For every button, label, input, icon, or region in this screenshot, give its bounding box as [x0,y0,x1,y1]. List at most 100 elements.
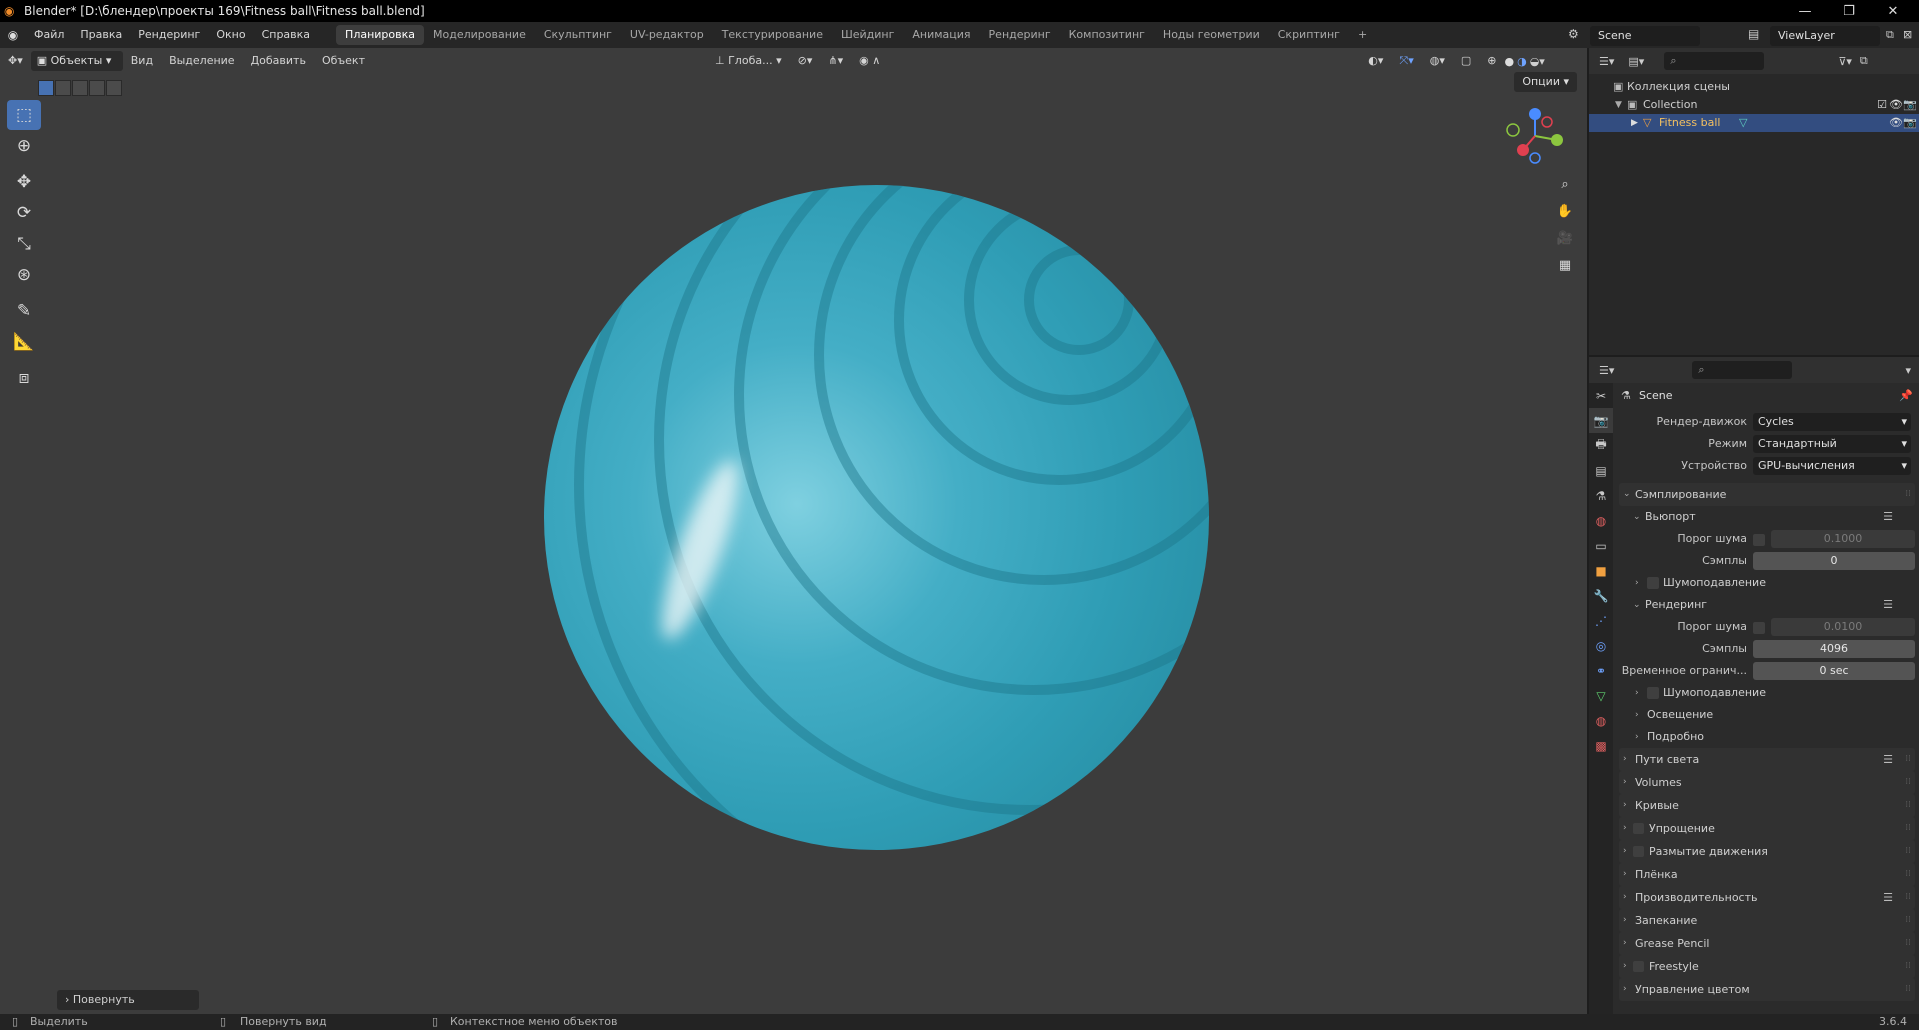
scene-icon[interactable]: ⚙ [1568,27,1579,41]
overlay-toggle-icon[interactable]: ◍▾ [1422,51,1453,71]
render-subpanel-header[interactable]: ⌄ Рендеринг ☰ [1619,594,1915,616]
performance-panel[interactable]: › Производительность ☰ ⁞⁞ [1619,886,1915,909]
navigation-gizmo[interactable] [1503,104,1567,168]
camera-view-icon[interactable]: 🎥 [1553,226,1577,250]
modifier-tab-icon[interactable]: 🔧 [1589,583,1613,608]
render-denoise-subpanel[interactable]: › Шумоподавление [1619,682,1915,704]
tab-compositing[interactable]: Композитинг [1060,25,1154,45]
tab-rendering[interactable]: Рендеринг [980,25,1060,45]
menu-object[interactable]: Объект [314,51,373,71]
properties-editor-icon[interactable]: ☰▾ [1599,364,1614,377]
exclude-checkbox-icon[interactable]: ☑ [1877,96,1887,114]
world-tab-icon[interactable]: ◍ [1589,508,1613,533]
simplify-panel[interactable]: › Упрощение ⁞⁞ [1619,817,1915,840]
tab-texture-paint[interactable]: Текстурирование [713,25,832,45]
tab-modeling[interactable]: Моделирование [424,25,535,45]
perspective-toggle-icon[interactable]: ▦ [1553,253,1577,277]
menu-add[interactable]: Добавить [243,51,314,71]
tab-geometry-nodes[interactable]: Ноды геометрии [1154,25,1269,45]
view-layer-tab-icon[interactable]: ▤ [1589,458,1613,483]
render-noise-field[interactable]: 0.0100 [1771,618,1915,636]
snap-icon[interactable]: ⋔▾ [820,51,851,71]
last-operator-panel[interactable]: › Повернуть [57,990,199,1010]
cursor-icon[interactable]: ⊕ [7,131,41,161]
scene-tab-icon[interactable]: ⚗ [1589,483,1613,508]
transform-icon[interactable]: ⊛ [7,260,41,290]
tab-uv-editing[interactable]: UV-редактор [621,25,713,45]
menu-edit[interactable]: Правка [72,22,130,48]
gizmo-toggle-icon[interactable]: ⤧▾ [1391,51,1421,71]
volumes-panel[interactable]: › Volumes ⁞⁞ [1619,771,1915,794]
tab-scripting[interactable]: Скриптинг [1269,25,1349,45]
constraints-tab-icon[interactable]: ⚭ [1589,658,1613,683]
presets-list-icon[interactable]: ☰ [1883,748,1893,771]
orientation-dropdown[interactable]: ⊥ Глоба... ▾ [707,51,790,71]
properties-options-icon[interactable]: ▾ [1905,364,1911,377]
render-camera-icon[interactable]: 📷 [1903,114,1917,132]
add-cube-icon[interactable]: ⧈ [7,363,41,393]
lighting-subpanel[interactable]: › Освещение [1619,704,1915,726]
bake-panel[interactable]: › Запекание ⁞⁞ [1619,909,1915,932]
new-view-layer-icon[interactable]: ⧉ [1886,28,1894,42]
minimize-button[interactable]: — [1783,0,1827,22]
blender-menu-icon[interactable]: ◉ [0,28,26,42]
options-dropdown[interactable]: Опции ▾ [1514,72,1577,92]
tool-tab-icon[interactable]: ✂ [1589,383,1613,408]
output-tab-icon[interactable]: 🖶 [1589,433,1613,458]
adaptive-sampling-checkbox[interactable] [1753,622,1765,634]
fitness-ball-object[interactable] [544,185,1209,850]
scene-collection-row[interactable]: ▣ Коллекция сцены [1589,78,1919,96]
object-row-fitness-ball[interactable]: ▶ ▽ Fitness ball ▽ 👁 📷 [1589,114,1919,132]
view-layer-icon[interactable]: ▤ [1748,27,1759,41]
presets-list-icon[interactable]: ☰ [1883,594,1893,616]
select-new-icon[interactable] [38,80,54,96]
visibility-eye-icon[interactable]: 👁 [1889,114,1903,132]
motion-blur-checkbox[interactable] [1633,846,1644,857]
editor-type-icon[interactable]: ✥▾ [0,51,31,71]
rotate-icon[interactable]: ⟳ [7,198,41,228]
collection-row[interactable]: ▼ ▣ Collection ☑ 👁 📷 [1589,96,1919,114]
tab-layout[interactable]: Планировка [336,25,425,45]
tab-animation[interactable]: Анимация [903,25,979,45]
presets-list-icon[interactable]: ☰ [1883,886,1893,909]
outliner-search-input[interactable]: ⌕ [1664,52,1765,70]
shading-rendered-icon[interactable]: ◒▾ [1530,55,1545,68]
select-intersect-icon[interactable] [106,80,122,96]
maximize-button[interactable]: ❐ [1827,0,1871,22]
pivot-icon[interactable]: ⊘▾ [790,51,821,71]
expand-arrow-icon[interactable]: ▼ [1615,96,1622,114]
pin-icon[interactable]: 📌 [1899,389,1913,402]
motion-blur-panel[interactable]: › Размытие движения ⁞⁞ [1619,840,1915,863]
display-mode-icon[interactable]: ▤▾ [1628,55,1644,68]
outliner-editor-icon[interactable]: ☰▾ [1599,55,1614,68]
viewport-denoise-subpanel[interactable]: › Шумоподавление [1619,572,1915,594]
add-workspace-button[interactable]: + [1349,25,1376,45]
mesh-data-icon[interactable]: ▽ [1739,114,1747,132]
view-layer-selector[interactable]: ViewLayer [1770,26,1880,46]
presets-list-icon[interactable]: ☰ [1883,506,1893,528]
light-paths-panel[interactable]: › Пути света ☰ ⁞⁞ [1619,748,1915,771]
physics-tab-icon[interactable]: ◎ [1589,633,1613,658]
tab-shading[interactable]: Шейдинг [832,25,903,45]
menu-select[interactable]: Выделение [161,51,243,71]
viewport-samples-field[interactable]: 0 [1753,552,1915,570]
denoise-checkbox[interactable] [1647,687,1659,699]
menu-render[interactable]: Рендеринг [130,22,208,48]
menu-view[interactable]: Вид [123,51,161,71]
film-panel[interactable]: › Плёнка ⁞⁞ [1619,863,1915,886]
zoom-icon[interactable]: ⌕ [1553,172,1577,196]
viewport-noise-field[interactable]: 0.1000 [1771,530,1915,548]
scene-selector[interactable]: Scene [1590,26,1700,46]
expand-arrow-icon[interactable]: ▶ [1631,114,1638,132]
color-management-panel[interactable]: › Управление цветом ⁞⁞ [1619,978,1915,1001]
select-box-icon[interactable]: ⬚ [7,100,41,130]
adaptive-sampling-checkbox[interactable] [1753,534,1765,546]
filter-icon[interactable]: ⊽▾ [1838,55,1852,68]
curves-panel[interactable]: › Кривые ⁞⁞ [1619,794,1915,817]
move-icon[interactable]: ✥ [7,167,41,197]
grease-pencil-panel[interactable]: › Grease Pencil ⁞⁞ [1619,932,1915,955]
advanced-subpanel[interactable]: › Подробно [1619,726,1915,748]
menu-window[interactable]: Окно [208,22,253,48]
proportional-edit-icon[interactable]: ◉ ∧ [851,51,888,71]
shading-material-icon[interactable]: ◑ [1517,55,1527,68]
